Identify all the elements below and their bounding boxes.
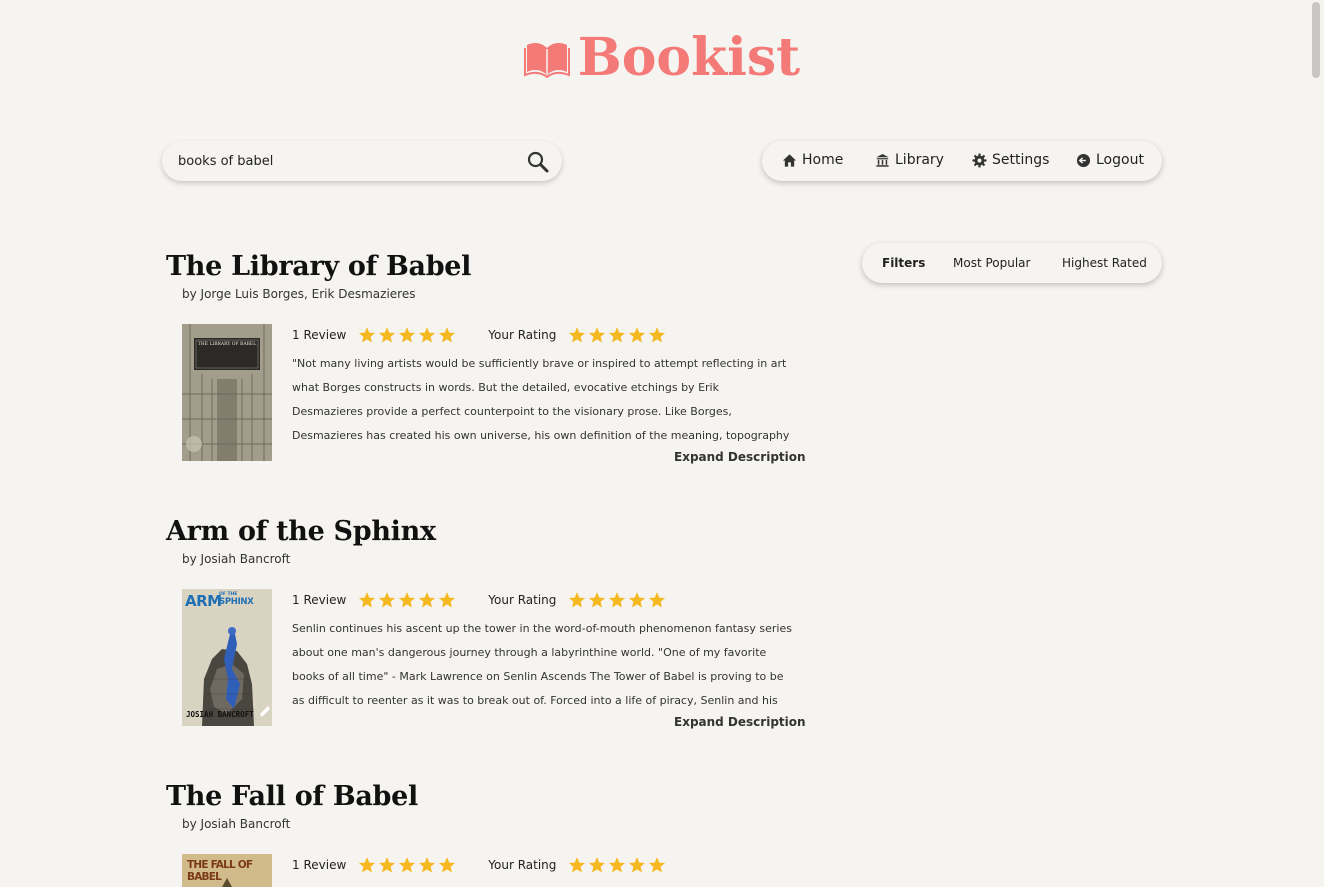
star-icon[interactable]	[628, 591, 646, 609]
star-icon[interactable]	[648, 591, 666, 609]
your-rating-label: Your Rating	[488, 328, 557, 342]
star-icon	[419, 327, 436, 343]
nav-logout-label: Logout	[1096, 152, 1144, 168]
book-cover[interactable]: ARM OF THE SPHINX JOSIAH BANCROFT	[182, 589, 272, 726]
star-icon[interactable]	[648, 856, 666, 874]
your-rating-label: Your Rating	[488, 858, 557, 872]
review-count[interactable]: 1 Review	[292, 858, 346, 872]
expand-description-button[interactable]: Expand Description	[674, 715, 806, 729]
star-icon[interactable]	[648, 326, 666, 344]
book-title[interactable]: The Fall of Babel	[166, 780, 806, 814]
star-icon[interactable]	[588, 856, 606, 874]
brand-name: Bookist	[577, 27, 801, 88]
star-icon	[419, 592, 436, 608]
star-icon	[439, 592, 456, 608]
main-nav: Home Library Settings Logout	[762, 141, 1162, 181]
average-rating-stars	[358, 856, 456, 874]
cover-title-word: SPHINX	[219, 597, 254, 607]
star-icon	[439, 327, 456, 343]
nav-settings-label: Settings	[992, 152, 1050, 168]
book-description: "Not many living artists would be suffic…	[292, 357, 790, 442]
book-author: by Jorge Luis Borges, Erik Desmazieres	[182, 287, 416, 301]
filter-bar: Filters Most Popular Highest Rated	[862, 243, 1162, 283]
your-rating-stars[interactable]	[568, 856, 666, 874]
book-description: Senlin continues his ascent up the tower…	[292, 622, 792, 707]
star-icon[interactable]	[608, 326, 626, 344]
your-rating-stars[interactable]	[568, 591, 666, 609]
book-cover[interactable]: THE FALL OF BABEL	[182, 854, 272, 887]
search-bar	[162, 141, 562, 181]
cover-title-text: THE FALL OF BABEL	[187, 859, 253, 883]
review-count[interactable]: 1 Review	[292, 593, 346, 607]
rating-row: 1 Review Your Rating	[292, 326, 666, 344]
book-author: by Josiah Bancroft	[182, 552, 291, 566]
star-icon	[379, 857, 396, 873]
star-icon	[399, 857, 416, 873]
star-icon[interactable]	[628, 856, 646, 874]
book-title[interactable]: Arm of the Sphinx	[166, 515, 806, 549]
star-icon	[419, 857, 436, 873]
star-icon	[399, 592, 416, 608]
cover-title-text: THE LIBRARY OF BABEL	[197, 342, 257, 347]
filter-highest-rated[interactable]: Highest Rated	[1062, 256, 1147, 270]
rating-row: 1 Review Your Rating	[292, 856, 666, 874]
nav-library-label: Library	[895, 152, 944, 168]
star-icon[interactable]	[608, 591, 626, 609]
star-icon	[439, 857, 456, 873]
book-entry: The Library of Babel by Jorge Luis Borge…	[166, 250, 806, 480]
review-count[interactable]: 1 Review	[292, 328, 346, 342]
cover-title-word: ARM	[185, 592, 222, 610]
search-icon[interactable]	[526, 150, 550, 174]
nav-library[interactable]: Library	[875, 152, 944, 168]
rating-row: 1 Review Your Rating	[292, 591, 666, 609]
star-icon[interactable]	[588, 591, 606, 609]
nav-logout[interactable]: Logout	[1076, 152, 1144, 168]
book-author: by Josiah Bancroft	[182, 817, 291, 831]
nav-home-label: Home	[802, 152, 844, 168]
star-icon	[379, 327, 396, 343]
nav-home[interactable]: Home	[782, 152, 843, 168]
book-title[interactable]: The Library of Babel	[166, 250, 806, 284]
star-icon[interactable]	[568, 856, 586, 874]
star-icon	[359, 327, 376, 343]
your-rating-stars[interactable]	[568, 326, 666, 344]
average-rating-stars	[358, 326, 456, 344]
star-icon[interactable]	[628, 326, 646, 344]
nav-settings[interactable]: Settings	[972, 152, 1049, 168]
star-icon[interactable]	[588, 326, 606, 344]
star-icon[interactable]	[608, 856, 626, 874]
search-input[interactable]	[176, 145, 510, 177]
brand-logo: Bookist	[0, 28, 1324, 88]
book-entry: The Fall of Babel by Josiah Bancroft THE…	[166, 780, 806, 887]
star-icon	[359, 592, 376, 608]
gear-icon	[972, 152, 987, 168]
star-icon[interactable]	[568, 591, 586, 609]
open-book-icon	[523, 43, 570, 78]
library-icon	[876, 153, 889, 167]
book-entry: Arm of the Sphinx by Josiah Bancroft ARM…	[166, 515, 806, 745]
expand-description-button[interactable]: Expand Description	[674, 450, 806, 464]
star-icon	[359, 857, 376, 873]
page-scrollbar[interactable]	[1308, 0, 1324, 883]
logout-icon	[1076, 153, 1091, 167]
home-icon	[782, 153, 797, 167]
your-rating-label: Your Rating	[488, 593, 557, 607]
star-icon[interactable]	[568, 326, 586, 344]
filter-filters[interactable]: Filters	[882, 256, 925, 270]
average-rating-stars	[358, 591, 456, 609]
cover-author-text: JOSIAH BANCROFT	[186, 710, 254, 719]
star-icon	[399, 327, 416, 343]
filter-most-popular[interactable]: Most Popular	[953, 256, 1030, 270]
book-cover[interactable]: THE LIBRARY OF BABEL	[182, 324, 272, 461]
star-icon	[379, 592, 396, 608]
